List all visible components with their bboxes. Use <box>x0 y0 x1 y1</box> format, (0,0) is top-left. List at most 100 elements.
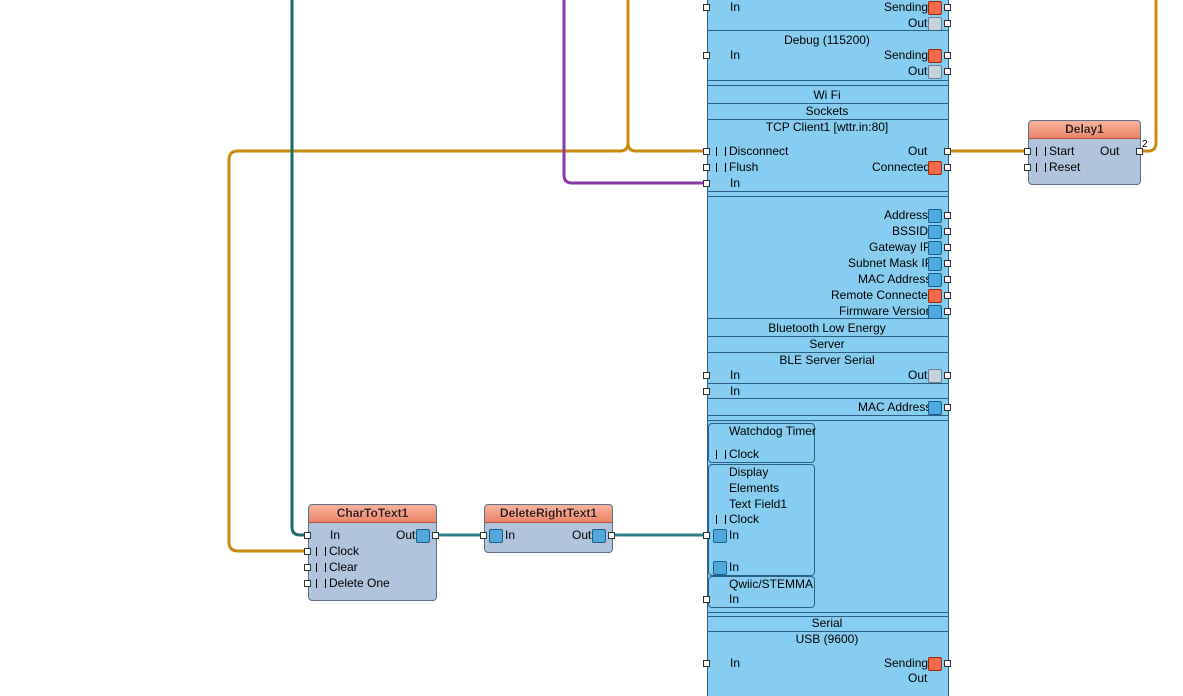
tcp-out-label: Out <box>908 144 928 158</box>
deleteright-out-label: Out <box>572 528 592 542</box>
ble-serial-title: BLE Server Serial <box>779 353 875 367</box>
pin[interactable] <box>480 532 487 539</box>
text-in-icon <box>489 529 503 543</box>
pin[interactable] <box>703 52 710 59</box>
pin[interactable] <box>703 372 710 379</box>
deleteright-in-label: In <box>505 528 516 542</box>
clock-icon <box>716 163 726 173</box>
watchdog-clock-pin[interactable]: Clock <box>716 447 759 461</box>
qwiic-in-label: In <box>729 592 740 606</box>
pin[interactable] <box>703 164 710 171</box>
ble-out-label: Out <box>908 368 928 382</box>
pin[interactable] <box>703 4 710 11</box>
clock-icon <box>716 515 726 525</box>
top-sending-label: Sending <box>884 0 929 14</box>
pin[interactable] <box>944 228 951 235</box>
clock-icon <box>716 147 726 157</box>
tcp-disconnect-pin[interactable]: Disconnect <box>716 144 788 158</box>
serial-out-icon <box>928 369 942 383</box>
clock-icon <box>316 579 326 589</box>
delay-out-label: Out <box>1100 144 1120 158</box>
top-in-label: In <box>730 0 741 14</box>
delay-start-pin[interactable]: Start <box>1036 144 1074 158</box>
pin[interactable] <box>944 20 951 27</box>
text-out-icon <box>928 225 942 239</box>
debug-in-label: In <box>730 48 741 62</box>
display-in1-label: In <box>729 528 740 542</box>
ble-in2-label: In <box>730 384 741 398</box>
usb-sending-label: Sending <box>884 656 929 670</box>
text-out-icon <box>928 241 942 255</box>
pin[interactable] <box>608 532 615 539</box>
delay-reset-pin[interactable]: Reset <box>1036 160 1080 174</box>
watchdog-title: Watchdog Timer <box>729 424 816 438</box>
serial-out-icon <box>928 65 942 79</box>
text-out-icon <box>928 257 942 271</box>
pin[interactable] <box>944 308 951 315</box>
serial-out-icon <box>928 17 942 31</box>
pin[interactable] <box>944 404 951 411</box>
text-out-icon <box>592 529 606 543</box>
text-out-icon <box>928 305 942 319</box>
pin[interactable] <box>304 532 311 539</box>
pin[interactable] <box>703 660 710 667</box>
chartotext-title: CharToText1 <box>309 505 436 523</box>
serial-title: Serial <box>811 616 843 630</box>
display-textfield: Text Field1 <box>729 497 788 511</box>
sending-icon <box>928 657 942 671</box>
pin[interactable] <box>1136 148 1143 155</box>
debug-title: Debug (115200) <box>784 33 870 47</box>
clock-icon <box>716 450 726 460</box>
wifi-bssid-label: BSSID <box>892 224 929 238</box>
bool-out-icon <box>928 289 942 303</box>
pin[interactable] <box>703 180 710 187</box>
text-out-icon <box>928 273 942 287</box>
pin[interactable] <box>304 580 311 587</box>
connected-icon <box>928 161 942 175</box>
text-out-icon <box>928 401 942 415</box>
pin[interactable] <box>703 148 710 155</box>
pin[interactable] <box>703 388 710 395</box>
chartotext-clock-pin[interactable]: Clock <box>316 544 359 558</box>
chartotext-clear-pin[interactable]: Clear <box>316 560 358 574</box>
pin[interactable] <box>944 212 951 219</box>
text-out-icon <box>928 209 942 223</box>
wifi-address-label: Address <box>884 208 929 222</box>
pin[interactable] <box>944 68 951 75</box>
delay-title: Delay1 <box>1029 121 1140 139</box>
sending-icon <box>928 1 942 15</box>
pin[interactable] <box>944 4 951 11</box>
tcp-flush-pin[interactable]: Flush <box>716 160 758 174</box>
display-title: Display <box>729 465 769 479</box>
pin[interactable] <box>944 52 951 59</box>
ble-title: Bluetooth Low Energy <box>768 321 886 335</box>
pin[interactable] <box>944 276 951 283</box>
debug-sending-label: Sending <box>884 48 929 62</box>
wifi-remote-label: Remote Connected <box>831 288 935 302</box>
wires-layer <box>227 0 1158 553</box>
pin[interactable] <box>944 660 951 667</box>
display-clock-pin[interactable]: Clock <box>716 512 759 526</box>
text-in-icon <box>713 529 727 543</box>
debug-out-label: Out <box>908 64 928 78</box>
pin[interactable] <box>944 372 951 379</box>
pin[interactable] <box>703 532 710 539</box>
pin[interactable] <box>944 292 951 299</box>
pin[interactable] <box>1024 148 1031 155</box>
sending-icon <box>928 49 942 63</box>
pin[interactable] <box>1024 164 1031 171</box>
pin[interactable] <box>432 532 439 539</box>
chartotext-out-label: Out <box>396 528 416 542</box>
pin[interactable] <box>703 596 710 603</box>
pin[interactable] <box>944 244 951 251</box>
pin[interactable] <box>304 548 311 555</box>
chartotext-deleteone-pin[interactable]: Delete One <box>316 576 390 590</box>
pin[interactable] <box>944 164 951 171</box>
wire-orange-tcp <box>626 142 708 153</box>
pin[interactable] <box>944 148 951 155</box>
wire-purple-tcp-in <box>562 0 708 185</box>
usb-in-label: In <box>730 656 741 670</box>
deleteright-title: DeleteRightText1 <box>485 505 612 523</box>
pin[interactable] <box>304 564 311 571</box>
pin[interactable] <box>944 260 951 267</box>
